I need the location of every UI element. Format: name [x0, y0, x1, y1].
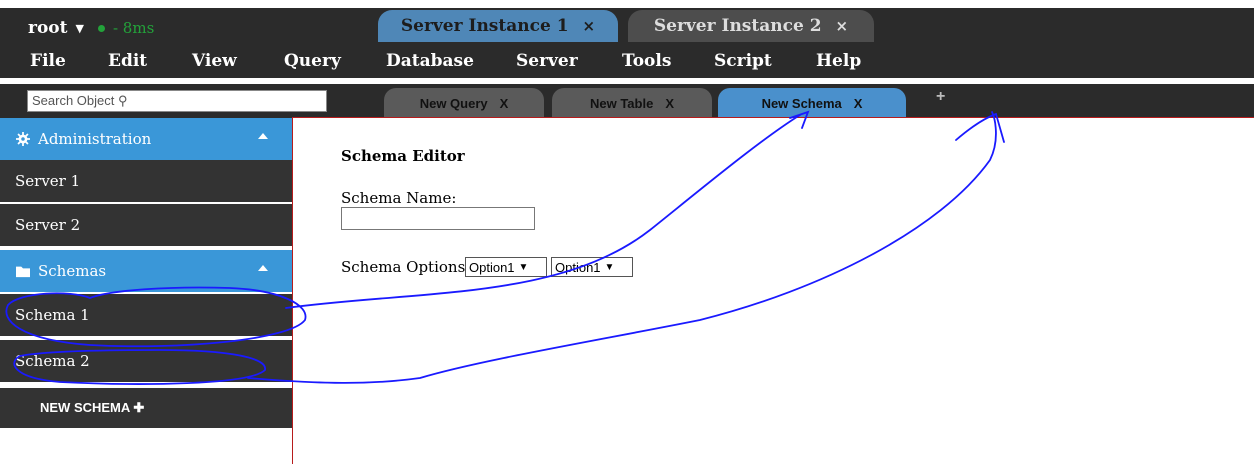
schema-options-label: Schema Options [341, 258, 466, 276]
schema-name-label: Schema Name: [341, 189, 457, 207]
menu-database[interactable]: Database [386, 51, 474, 71]
close-icon[interactable]: X [500, 96, 509, 111]
sidebar-item-label: Server 2 [15, 216, 81, 234]
menu-edit[interactable]: Edit [108, 51, 147, 71]
tab-label: Server Instance 1 [400, 16, 569, 36]
query-toolbar: Search Object ⚲ New Query X New Table X … [0, 84, 1254, 118]
tab-label: New Schema [761, 95, 842, 111]
ping-value: - 8ms [112, 19, 155, 37]
close-icon[interactable]: × [583, 17, 596, 35]
select-value: Option1 [469, 259, 515, 275]
chevron-down-icon: ▼ [518, 261, 529, 273]
sidebar-section-schemas[interactable]: Schemas [0, 250, 292, 292]
collapse-arrow-icon[interactable] [258, 133, 268, 139]
sidebar-item-label: Schema 2 [15, 352, 90, 370]
tab-server-instance-2[interactable]: Server Instance 2 × [628, 10, 874, 42]
chevron-down-icon[interactable]: ▼ [76, 22, 84, 35]
chevron-down-icon: ▼ [604, 261, 615, 273]
schema-option-select-2[interactable]: Option1 ▼ [551, 257, 633, 277]
section-label: Administration [38, 130, 152, 148]
menu-help[interactable]: Help [816, 51, 861, 71]
ping-status: - 8ms [97, 19, 155, 37]
schema-name-input[interactable] [341, 207, 535, 230]
sidebar-item-server-2[interactable]: Server 2 [0, 204, 292, 246]
folder-icon [16, 266, 30, 278]
collapse-arrow-icon[interactable] [258, 265, 268, 271]
add-tab-icon[interactable]: + [936, 88, 945, 106]
user-name[interactable]: root [28, 18, 68, 38]
menu-view[interactable]: View [192, 51, 237, 71]
tab-new-schema[interactable]: New Schema X [718, 88, 906, 118]
search-input[interactable]: Search Object ⚲ [27, 90, 327, 112]
tab-label: Server Instance 2 [653, 16, 822, 36]
user-area[interactable]: root ▼ - 8ms [28, 8, 154, 48]
select-value: Option1 [555, 259, 601, 275]
content-border-left [292, 118, 293, 464]
close-icon[interactable]: × [836, 17, 849, 35]
menu-tools[interactable]: Tools [622, 51, 671, 71]
page-title: Schema Editor [341, 147, 465, 165]
new-schema-label: NEW SCHEMA ✚ [40, 400, 145, 415]
menu-query[interactable]: Query [284, 51, 341, 71]
content-border-top [292, 117, 1254, 118]
sidebar-item-schema-2[interactable]: Schema 2 [0, 340, 292, 382]
menu-script[interactable]: Script [714, 51, 772, 71]
tab-server-instance-1[interactable]: Server Instance 1 × [378, 10, 618, 42]
tab-label: New Query [419, 95, 488, 111]
sidebar-item-label: Schema 1 [15, 306, 90, 324]
gear-icon [16, 132, 30, 146]
sidebar-item-server-1[interactable]: Server 1 [0, 160, 292, 202]
menu-file[interactable]: File [30, 51, 66, 71]
menu-bar: File Edit View Query Database Server Too… [0, 44, 1254, 78]
tab-new-query[interactable]: New Query X [384, 88, 544, 118]
new-schema-button[interactable]: NEW SCHEMA ✚ [0, 388, 292, 428]
close-icon[interactable]: X [854, 96, 863, 111]
sidebar: Administration Server 1 Server 2 Schemas… [0, 118, 292, 428]
section-label: Schemas [38, 262, 107, 280]
status-dot-icon [97, 24, 105, 32]
tab-new-table[interactable]: New Table X [552, 88, 712, 118]
menu-server[interactable]: Server [516, 51, 578, 71]
schema-option-select-1[interactable]: Option1 ▼ [465, 257, 547, 277]
sidebar-section-administration[interactable]: Administration [0, 118, 292, 160]
sidebar-item-schema-1[interactable]: Schema 1 [0, 294, 292, 336]
tab-label: New Table [589, 95, 654, 111]
sidebar-item-label: Server 1 [15, 172, 81, 190]
close-icon[interactable]: X [665, 96, 674, 111]
